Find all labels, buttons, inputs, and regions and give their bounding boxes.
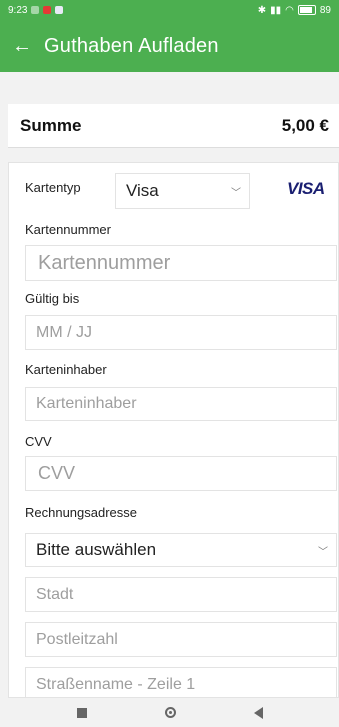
battery-level: 89 xyxy=(319,4,331,16)
card-type-label: Kartentyp xyxy=(25,180,81,195)
expiry-placeholder: MM / JJ xyxy=(36,323,92,341)
notification-icon xyxy=(43,6,52,14)
postal-code-input[interactable]: Postleitzahl xyxy=(25,622,337,657)
summary-row: Summe 5,00 € xyxy=(8,104,339,148)
recent-apps-icon[interactable] xyxy=(76,707,87,718)
page-title: Guthaben Aufladen xyxy=(44,34,219,57)
billing-address-value: Bitte auswählen xyxy=(36,540,157,559)
card-number-label: Kartennummer xyxy=(25,222,111,237)
chevron-down-icon: ﹀ xyxy=(318,546,328,558)
app-bar: ← Guthaben Aufladen xyxy=(0,20,339,72)
chevron-down-icon: ﹀ xyxy=(231,187,241,199)
postal-code-placeholder: Postleitzahl xyxy=(36,630,118,648)
bluetooth-icon: ✱ xyxy=(257,4,267,16)
status-time: 9:23 xyxy=(8,4,28,16)
back-icon[interactable] xyxy=(253,706,263,719)
card-number-input[interactable]: Kartennummer xyxy=(25,245,337,281)
home-icon[interactable] xyxy=(164,707,176,718)
billing-address-select[interactable]: Bitte auswählen ﹀ xyxy=(25,533,337,567)
signal-icon: ▮▮ xyxy=(270,4,282,16)
card-type-value: Visa xyxy=(126,181,159,200)
expiry-input[interactable]: MM / JJ xyxy=(25,315,337,350)
city-input[interactable]: Stadt xyxy=(25,577,337,612)
payment-form: Kartentyp Visa ﹀ VISA Kartennummer Karte… xyxy=(8,162,339,698)
card-type-select[interactable]: Visa ﹀ xyxy=(115,173,250,209)
arrow-back-icon[interactable]: ← xyxy=(0,35,44,58)
visa-logo: VISA xyxy=(287,179,325,198)
summary-amount: 5,00 € xyxy=(281,115,329,135)
holder-input[interactable]: Karteninhaber xyxy=(25,387,337,421)
city-placeholder: Stadt xyxy=(36,585,74,603)
street-input[interactable]: Straßenname - Zeile 1 xyxy=(25,667,337,697)
notification-icon xyxy=(55,6,64,14)
wifi-icon: ◠ xyxy=(285,4,294,16)
cvv-placeholder: CVV xyxy=(38,463,76,483)
holder-label: Karteninhaber xyxy=(25,362,107,377)
card-number-placeholder: Kartennummer xyxy=(38,251,171,274)
holder-placeholder: Karteninhaber xyxy=(36,395,137,412)
cvv-label: CVV xyxy=(25,434,52,449)
cvv-input[interactable]: CVV xyxy=(25,456,337,491)
battery-icon xyxy=(297,5,316,15)
summary-label: Summe xyxy=(20,115,82,135)
expiry-label: Gültig bis xyxy=(25,291,80,306)
status-bar: 9:23 ✱ ▮▮ ◠ 89 xyxy=(0,0,339,20)
billing-address-label: Rechnungsadresse xyxy=(25,505,138,520)
system-nav-bar xyxy=(0,698,339,727)
notification-icon xyxy=(31,6,40,14)
street-placeholder: Straßenname - Zeile 1 xyxy=(36,675,196,693)
